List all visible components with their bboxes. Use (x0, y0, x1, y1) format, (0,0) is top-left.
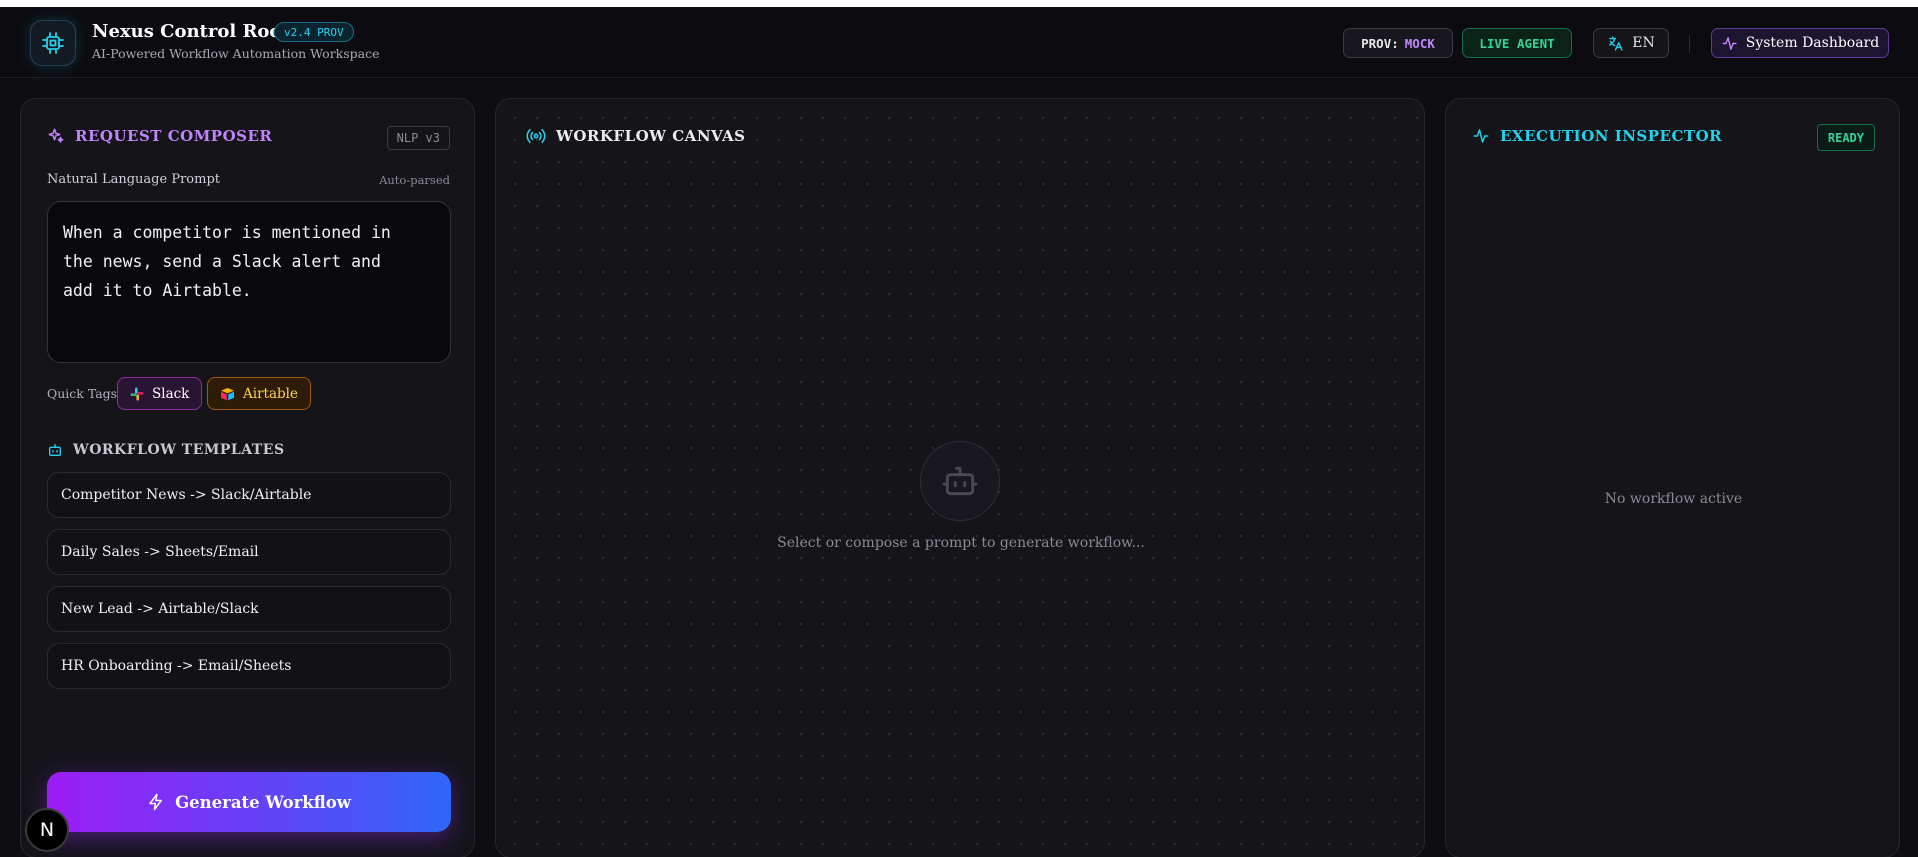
template-item-hr-onboarding[interactable]: HR Onboarding -> Email/Sheets (47, 643, 451, 689)
translate-icon (1609, 35, 1623, 51)
bot-icon (49, 444, 61, 456)
quick-tags-label: Quick Tags: (47, 386, 122, 401)
template-item-competitor-news[interactable]: Competitor News -> Slack/Airtable (47, 472, 451, 518)
activity-pulse-icon (1722, 36, 1737, 50)
app-header: Nexus Control Room v2.4 PROV AI-Powered … (0, 7, 1918, 78)
template-item-new-lead[interactable]: New Lead -> Airtable/Slack (47, 586, 451, 632)
lightning-bolt-icon (149, 793, 163, 811)
request-composer-panel: REQUEST COMPOSER NLP v3 Natural Language… (20, 98, 475, 857)
bot-icon (942, 466, 978, 496)
generate-workflow-label: Generate Workflow (175, 792, 351, 812)
prompt-label: Natural Language Prompt (47, 172, 220, 187)
no-workflow-text: No workflow active (1604, 491, 1743, 507)
workflow-canvas-title: WORKFLOW CANVAS (556, 127, 746, 145)
app-title: Nexus Control Room (92, 21, 301, 42)
sparkles-icon (48, 128, 64, 143)
airtable-icon (221, 387, 234, 400)
status-badge: READY (1816, 124, 1875, 151)
workflow-templates-title: WORKFLOW TEMPLATES (73, 442, 285, 458)
generate-workflow-button[interactable]: Generate Workflow (47, 772, 451, 832)
language-button[interactable]: EN (1593, 28, 1669, 58)
header-divider (1689, 35, 1690, 53)
quick-tag-slack[interactable]: Slack (117, 377, 203, 410)
workflow-canvas-header: WORKFLOW CANVAS (526, 127, 745, 145)
canvas-empty-icon (920, 441, 1000, 521)
activity-pulse-icon (1473, 129, 1489, 143)
provider-label: PROV: (1361, 35, 1399, 51)
version-badge: v2.4 PROV (274, 22, 354, 42)
app-subtitle: AI-Powered Workflow Automation Workspace (92, 46, 380, 61)
execution-inspector-header: EXECUTION INSPECTOR (1472, 127, 1722, 145)
top-strip (0, 0, 1918, 7)
nlp-version-badge: NLP v3 (386, 126, 450, 150)
live-agent-badge: LIVE AGENT (1462, 28, 1572, 58)
quick-tag-airtable[interactable]: Airtable (207, 377, 311, 410)
provider-value: MOCK (1404, 35, 1435, 51)
template-item-daily-sales[interactable]: Daily Sales -> Sheets/Email (47, 529, 451, 575)
request-composer-header: REQUEST COMPOSER (47, 127, 272, 145)
system-dashboard-label: System Dashboard (1745, 35, 1880, 51)
auto-parsed-label: Auto-parsed (379, 173, 450, 187)
quick-tag-airtable-label: Airtable (243, 385, 298, 402)
execution-inspector-title: EXECUTION INSPECTOR (1500, 127, 1723, 145)
radio-broadcast-icon (526, 129, 546, 143)
workflow-templates-header: WORKFLOW TEMPLATES (47, 442, 285, 458)
workflow-canvas-panel[interactable]: WORKFLOW CANVAS Select or compose a prom… (495, 98, 1425, 857)
request-composer-title: REQUEST COMPOSER (75, 127, 273, 145)
language-label: EN (1632, 35, 1655, 51)
prompt-textarea[interactable]: When a competitor is mentioned in the ne… (47, 201, 451, 363)
execution-inspector-panel: EXECUTION INSPECTOR READY No workflow ac… (1445, 98, 1900, 857)
quick-tag-slack-label: Slack (152, 385, 190, 402)
system-dashboard-button[interactable]: System Dashboard (1711, 28, 1889, 58)
app-logo (30, 20, 76, 66)
slack-icon (130, 387, 144, 400)
provider-status-badge: PROV: MOCK (1343, 28, 1453, 58)
canvas-empty-hint: Select or compose a prompt to generate w… (777, 535, 1145, 551)
cpu-chip-icon (42, 32, 64, 54)
dev-tools-badge[interactable]: N (25, 808, 69, 852)
